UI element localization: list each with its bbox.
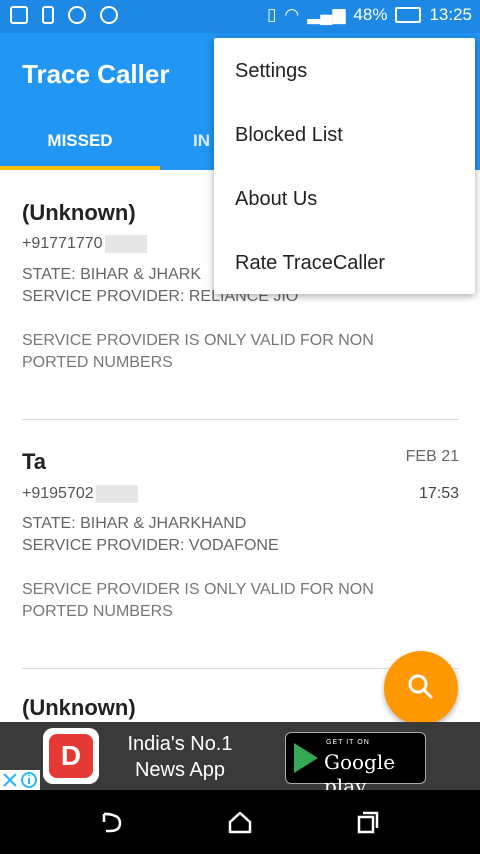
battery-icon xyxy=(395,7,422,23)
back-icon[interactable] xyxy=(98,808,126,836)
menu-item-settings[interactable]: Settings xyxy=(235,60,307,83)
logo-letter-icon: D xyxy=(49,734,93,778)
battery-percentage: 48% xyxy=(353,5,388,24)
caller-number: +91771770 xyxy=(22,235,147,253)
overflow-menu: Settings Blocked List About Us Rate Trac… xyxy=(214,38,475,294)
close-icon[interactable] xyxy=(3,773,17,787)
menu-item-rate-tracecaller[interactable]: Rate TraceCaller xyxy=(235,252,385,275)
signal-icon: ▂▄▆ xyxy=(307,5,346,24)
menu-item-about-us[interactable]: About Us xyxy=(235,188,317,211)
caller-name: Ta xyxy=(22,449,47,474)
caller-provider: SERVICE PROVIDER: VODAFONE xyxy=(22,537,279,554)
provider-note: SERVICE PROVIDER IS ONLY VALID FOR NON xyxy=(22,332,374,349)
provider-note: PORTED NUMBERS xyxy=(22,603,173,620)
provider-note: SERVICE PROVIDER IS ONLY VALID FOR NON xyxy=(22,581,374,598)
sync-icon xyxy=(100,6,118,24)
clock: 13:25 xyxy=(429,5,472,24)
dual-sim-icon xyxy=(10,6,28,24)
recent-apps-icon[interactable] xyxy=(354,808,382,836)
vibrate-icon: ▯ xyxy=(267,5,277,24)
play-store-icon xyxy=(294,743,318,773)
caller-name: (Unknown) xyxy=(22,695,136,720)
navigation-bar xyxy=(0,790,480,854)
home-icon[interactable] xyxy=(226,808,254,836)
status-bar: ▯ ◠ ▂▄▆ 48% 13:25 xyxy=(0,0,480,33)
ad-banner[interactable]: D India's No.1 News App GET IT ON Google… xyxy=(0,722,480,798)
caller-number: +9195702 xyxy=(22,485,138,503)
redacted-block xyxy=(95,485,138,503)
google-play-badge[interactable]: GET IT ON Google play xyxy=(285,732,426,798)
info-icon[interactable] xyxy=(21,772,37,788)
messenger-icon xyxy=(68,6,86,24)
ad-text: India's No.1 News App xyxy=(127,733,233,781)
wifi-icon: ◠ xyxy=(284,5,300,24)
caller-state: STATE: BIHAR & JHARKHAND xyxy=(22,515,247,532)
ad-choices[interactable] xyxy=(0,770,40,790)
provider-note: PORTED NUMBERS xyxy=(22,354,173,371)
menu-item-blocked-list[interactable]: Blocked List xyxy=(235,124,343,147)
list-item[interactable]: Ta FEB 21 +9195702 17:53 STATE: BIHAR & … xyxy=(22,420,459,668)
caller-state: STATE: BIHAR & JHARK xyxy=(22,266,201,283)
dailyhunt-logo-icon: D xyxy=(43,728,99,784)
call-time: 17:53 xyxy=(418,485,459,502)
search-fab-button[interactable] xyxy=(384,651,458,725)
sd-card-icon xyxy=(42,6,54,24)
caller-name: (Unknown) xyxy=(22,200,136,225)
redacted-block xyxy=(104,235,147,253)
app-title: Trace Caller xyxy=(22,59,170,89)
tab-missed[interactable]: MISSED xyxy=(0,110,160,170)
search-icon xyxy=(408,674,433,699)
call-date: FEB 21 xyxy=(405,448,459,465)
